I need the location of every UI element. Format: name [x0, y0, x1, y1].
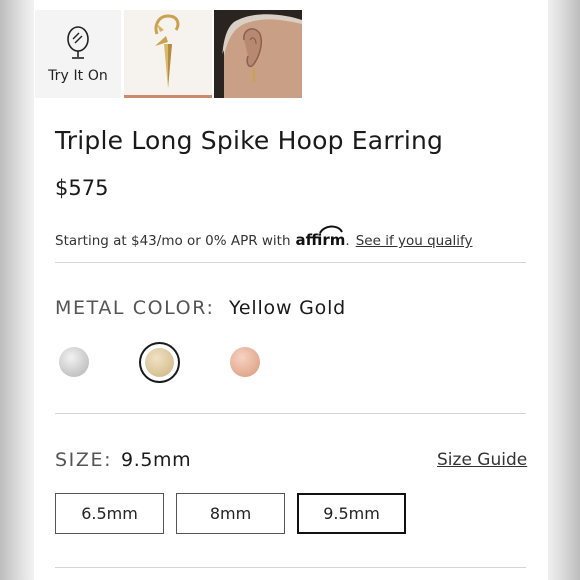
model-ear-photo	[214, 10, 302, 98]
product-title: Triple Long Spike Hoop Earring	[55, 126, 444, 155]
see-if-you-qualify-link[interactable]: See if you qualify	[356, 233, 473, 249]
financing-separator: .	[345, 233, 350, 249]
metal-color-label: METAL COLOR:	[55, 297, 215, 319]
divider	[55, 413, 526, 414]
metal-color-value: Yellow Gold	[229, 297, 347, 319]
try-on-button[interactable]: Try It On	[35, 10, 121, 98]
size-guide-link[interactable]: Size Guide	[437, 450, 527, 470]
size-option-6-5mm[interactable]: 6.5mm	[55, 493, 164, 534]
size-option-8mm[interactable]: 8mm	[176, 493, 285, 534]
affirm-logo: affirm	[296, 225, 345, 249]
affirm-arc-icon	[318, 225, 343, 234]
financing-message: Starting at $43/mo or 0% APR with affirm…	[55, 225, 473, 249]
mirror-icon	[67, 26, 89, 59]
divider	[55, 262, 526, 263]
swatch-rose-gold[interactable]	[230, 347, 260, 377]
size-value: 9.5mm	[121, 449, 192, 471]
divider	[55, 567, 526, 568]
try-on-label: Try It On	[48, 68, 108, 84]
product-price: $575	[55, 176, 109, 200]
earring-product-image	[154, 14, 180, 88]
swatch-yellow-gold[interactable]	[145, 348, 174, 377]
thumbnail-model-image[interactable]	[214, 10, 302, 98]
financing-text: Starting at $43/mo or 0% APR with	[55, 233, 291, 249]
swatch-silver[interactable]	[59, 347, 89, 377]
size-label: SIZE:	[55, 449, 113, 471]
thumbnail-product-image[interactable]	[124, 10, 212, 98]
size-option-9-5mm[interactable]: 9.5mm	[297, 493, 406, 534]
